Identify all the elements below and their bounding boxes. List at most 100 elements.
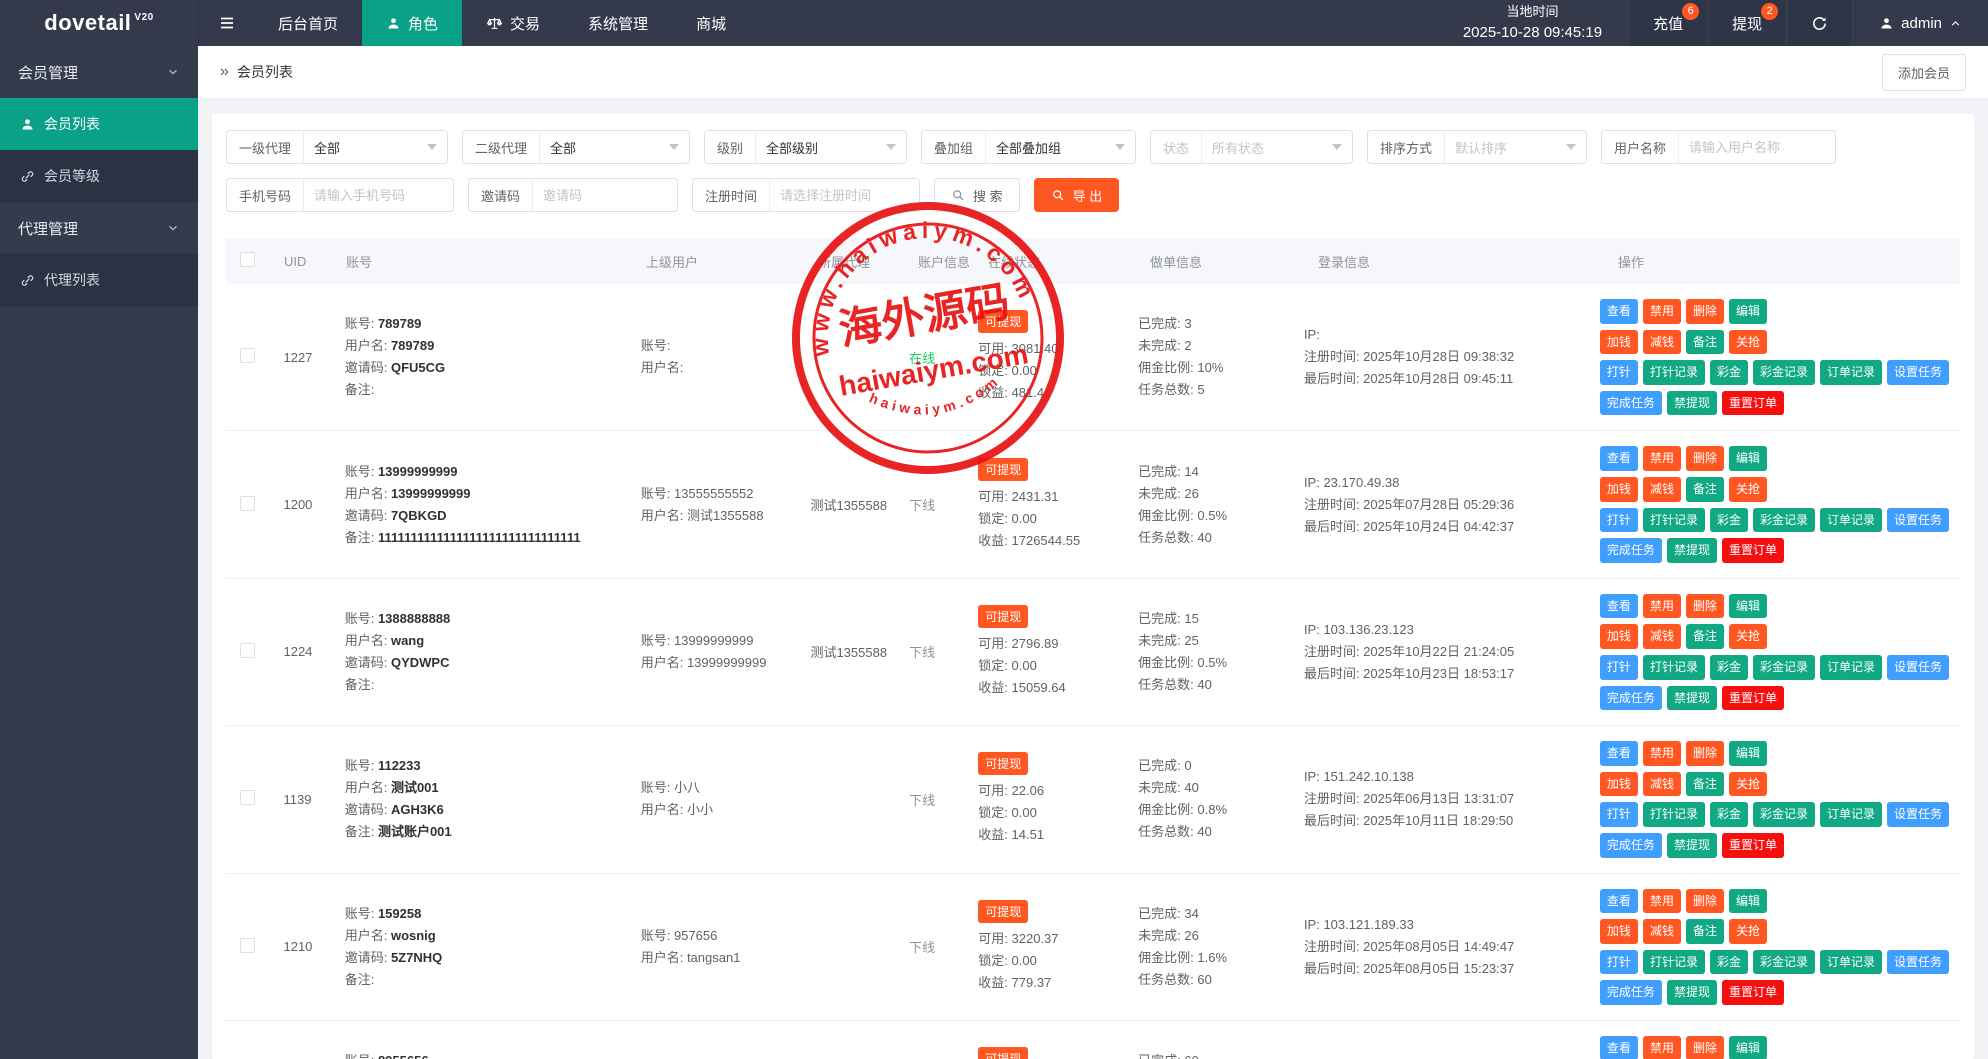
subtract-money-button[interactable]: 减钱 bbox=[1642, 329, 1681, 355]
nav-item-system[interactable]: 系统管理 bbox=[564, 0, 672, 46]
filter-stack-group-select[interactable]: 叠加组 全部叠加组 bbox=[921, 130, 1136, 164]
inject-log-button[interactable]: 打针记录 bbox=[1642, 802, 1705, 827]
finish-task-button[interactable]: 完成任务 bbox=[1599, 980, 1662, 1005]
bonus-button[interactable]: 彩金 bbox=[1709, 949, 1748, 975]
phone-input[interactable] bbox=[304, 179, 453, 211]
note-button[interactable]: 备注 bbox=[1685, 771, 1724, 797]
register-time-input[interactable] bbox=[770, 179, 919, 211]
finish-task-button[interactable]: 完成任务 bbox=[1599, 832, 1662, 858]
order-log-button[interactable]: 订单记录 bbox=[1819, 654, 1882, 680]
filter-level1-agent-select[interactable]: 一级代理 全部 bbox=[226, 130, 448, 164]
close-grab-button[interactable]: 关抢 bbox=[1728, 919, 1767, 944]
subtract-money-button[interactable]: 减钱 bbox=[1642, 624, 1681, 649]
bonus-log-button[interactable]: 彩金记录 bbox=[1752, 654, 1815, 680]
delete-button[interactable]: 删除 bbox=[1685, 299, 1724, 324]
inject-button[interactable]: 打针 bbox=[1599, 360, 1638, 385]
select-all-checkbox[interactable] bbox=[240, 252, 255, 267]
add-money-button[interactable]: 加钱 bbox=[1599, 771, 1638, 797]
inject-log-button[interactable]: 打针记录 bbox=[1642, 654, 1705, 680]
filter-status-select[interactable]: 状态 所有状态 bbox=[1150, 130, 1353, 164]
reset-order-button[interactable]: 重置订单 bbox=[1721, 538, 1784, 563]
user-menu[interactable]: admin bbox=[1852, 0, 1988, 46]
bonus-button[interactable]: 彩金 bbox=[1709, 802, 1748, 827]
inject-button[interactable]: 打针 bbox=[1599, 507, 1638, 533]
note-button[interactable]: 备注 bbox=[1685, 476, 1724, 502]
filter-level2-agent-select[interactable]: 二级代理 全部 bbox=[462, 130, 690, 164]
disable-button[interactable]: 禁用 bbox=[1642, 593, 1681, 619]
close-grab-button[interactable]: 关抢 bbox=[1728, 771, 1767, 797]
note-button[interactable]: 备注 bbox=[1685, 329, 1724, 355]
add-member-button[interactable]: 添加会员 bbox=[1881, 53, 1966, 91]
withdraw-button[interactable]: 提现 2 bbox=[1707, 0, 1787, 46]
row-checkbox[interactable] bbox=[240, 495, 255, 511]
view-button[interactable]: 查看 bbox=[1599, 299, 1638, 324]
row-checkbox[interactable] bbox=[240, 937, 255, 953]
bonus-button[interactable]: 彩金 bbox=[1709, 360, 1748, 385]
add-money-button[interactable]: 加钱 bbox=[1599, 476, 1638, 502]
note-button[interactable]: 备注 bbox=[1685, 624, 1724, 649]
delete-button[interactable]: 删除 bbox=[1685, 888, 1724, 914]
ban-withdraw-button[interactable]: 禁提现 bbox=[1666, 832, 1717, 858]
sidebar-item-agent-list[interactable]: 代理列表 bbox=[0, 254, 198, 306]
nav-item-mall[interactable]: 商城 bbox=[672, 0, 750, 46]
order-log-button[interactable]: 订单记录 bbox=[1819, 802, 1882, 827]
delete-button[interactable]: 删除 bbox=[1685, 1035, 1724, 1059]
close-grab-button[interactable]: 关抢 bbox=[1728, 329, 1767, 355]
export-button[interactable]: 导 出 bbox=[1033, 178, 1120, 212]
sidebar-group-member-management[interactable]: 会员管理 bbox=[0, 46, 198, 98]
edit-button[interactable]: 编辑 bbox=[1728, 299, 1767, 324]
sidebar-group-agent-management[interactable]: 代理管理 bbox=[0, 202, 198, 254]
add-money-button[interactable]: 加钱 bbox=[1599, 329, 1638, 355]
edit-button[interactable]: 编辑 bbox=[1728, 1035, 1767, 1059]
reset-order-button[interactable]: 重置订单 bbox=[1721, 390, 1784, 416]
view-button[interactable]: 查看 bbox=[1599, 741, 1638, 766]
reset-order-button[interactable]: 重置订单 bbox=[1721, 832, 1784, 858]
nav-item-home[interactable]: 后台首页 bbox=[254, 0, 362, 46]
set-task-button[interactable]: 设置任务 bbox=[1887, 949, 1950, 975]
close-grab-button[interactable]: 关抢 bbox=[1728, 476, 1767, 502]
reset-order-button[interactable]: 重置订单 bbox=[1721, 980, 1784, 1005]
bonus-log-button[interactable]: 彩金记录 bbox=[1752, 507, 1815, 533]
disable-button[interactable]: 禁用 bbox=[1642, 299, 1681, 324]
inject-button[interactable]: 打针 bbox=[1599, 654, 1638, 680]
subtract-money-button[interactable]: 减钱 bbox=[1642, 919, 1681, 944]
order-log-button[interactable]: 订单记录 bbox=[1819, 360, 1882, 385]
inject-log-button[interactable]: 打针记录 bbox=[1642, 949, 1705, 975]
edit-button[interactable]: 编辑 bbox=[1728, 741, 1767, 766]
inject-log-button[interactable]: 打针记录 bbox=[1642, 507, 1705, 533]
subtract-money-button[interactable]: 减钱 bbox=[1642, 771, 1681, 797]
invite-code-input[interactable] bbox=[533, 179, 677, 211]
username-input[interactable] bbox=[1679, 131, 1835, 163]
finish-task-button[interactable]: 完成任务 bbox=[1599, 685, 1662, 711]
view-button[interactable]: 查看 bbox=[1599, 888, 1638, 914]
add-money-button[interactable]: 加钱 bbox=[1599, 624, 1638, 649]
bonus-button[interactable]: 彩金 bbox=[1709, 654, 1748, 680]
view-button[interactable]: 查看 bbox=[1599, 446, 1638, 471]
close-grab-button[interactable]: 关抢 bbox=[1728, 624, 1767, 649]
subtract-money-button[interactable]: 减钱 bbox=[1642, 476, 1681, 502]
row-checkbox[interactable] bbox=[240, 348, 255, 364]
disable-button[interactable]: 禁用 bbox=[1642, 741, 1681, 766]
inject-button[interactable]: 打针 bbox=[1599, 802, 1638, 827]
edit-button[interactable]: 编辑 bbox=[1728, 593, 1767, 619]
refresh-button[interactable] bbox=[1786, 0, 1853, 46]
edit-button[interactable]: 编辑 bbox=[1728, 446, 1767, 471]
delete-button[interactable]: 删除 bbox=[1685, 446, 1724, 471]
nav-item-roles[interactable]: 角色 bbox=[362, 0, 463, 46]
delete-button[interactable]: 删除 bbox=[1685, 741, 1724, 766]
sidebar-item-member-level[interactable]: 会员等级 bbox=[0, 150, 198, 202]
bonus-button[interactable]: 彩金 bbox=[1709, 507, 1748, 533]
ban-withdraw-button[interactable]: 禁提现 bbox=[1666, 538, 1717, 563]
filter-sort-select[interactable]: 排序方式 默认排序 bbox=[1367, 130, 1587, 164]
set-task-button[interactable]: 设置任务 bbox=[1887, 360, 1950, 385]
add-money-button[interactable]: 加钱 bbox=[1599, 919, 1638, 944]
filter-level-select[interactable]: 级别 全部级别 bbox=[704, 130, 907, 164]
bonus-log-button[interactable]: 彩金记录 bbox=[1752, 802, 1815, 827]
order-log-button[interactable]: 订单记录 bbox=[1819, 507, 1882, 533]
order-log-button[interactable]: 订单记录 bbox=[1819, 949, 1882, 975]
set-task-button[interactable]: 设置任务 bbox=[1887, 654, 1950, 680]
ban-withdraw-button[interactable]: 禁提现 bbox=[1666, 980, 1717, 1005]
note-button[interactable]: 备注 bbox=[1685, 919, 1724, 944]
view-button[interactable]: 查看 bbox=[1599, 1035, 1638, 1059]
reset-order-button[interactable]: 重置订单 bbox=[1721, 685, 1784, 711]
